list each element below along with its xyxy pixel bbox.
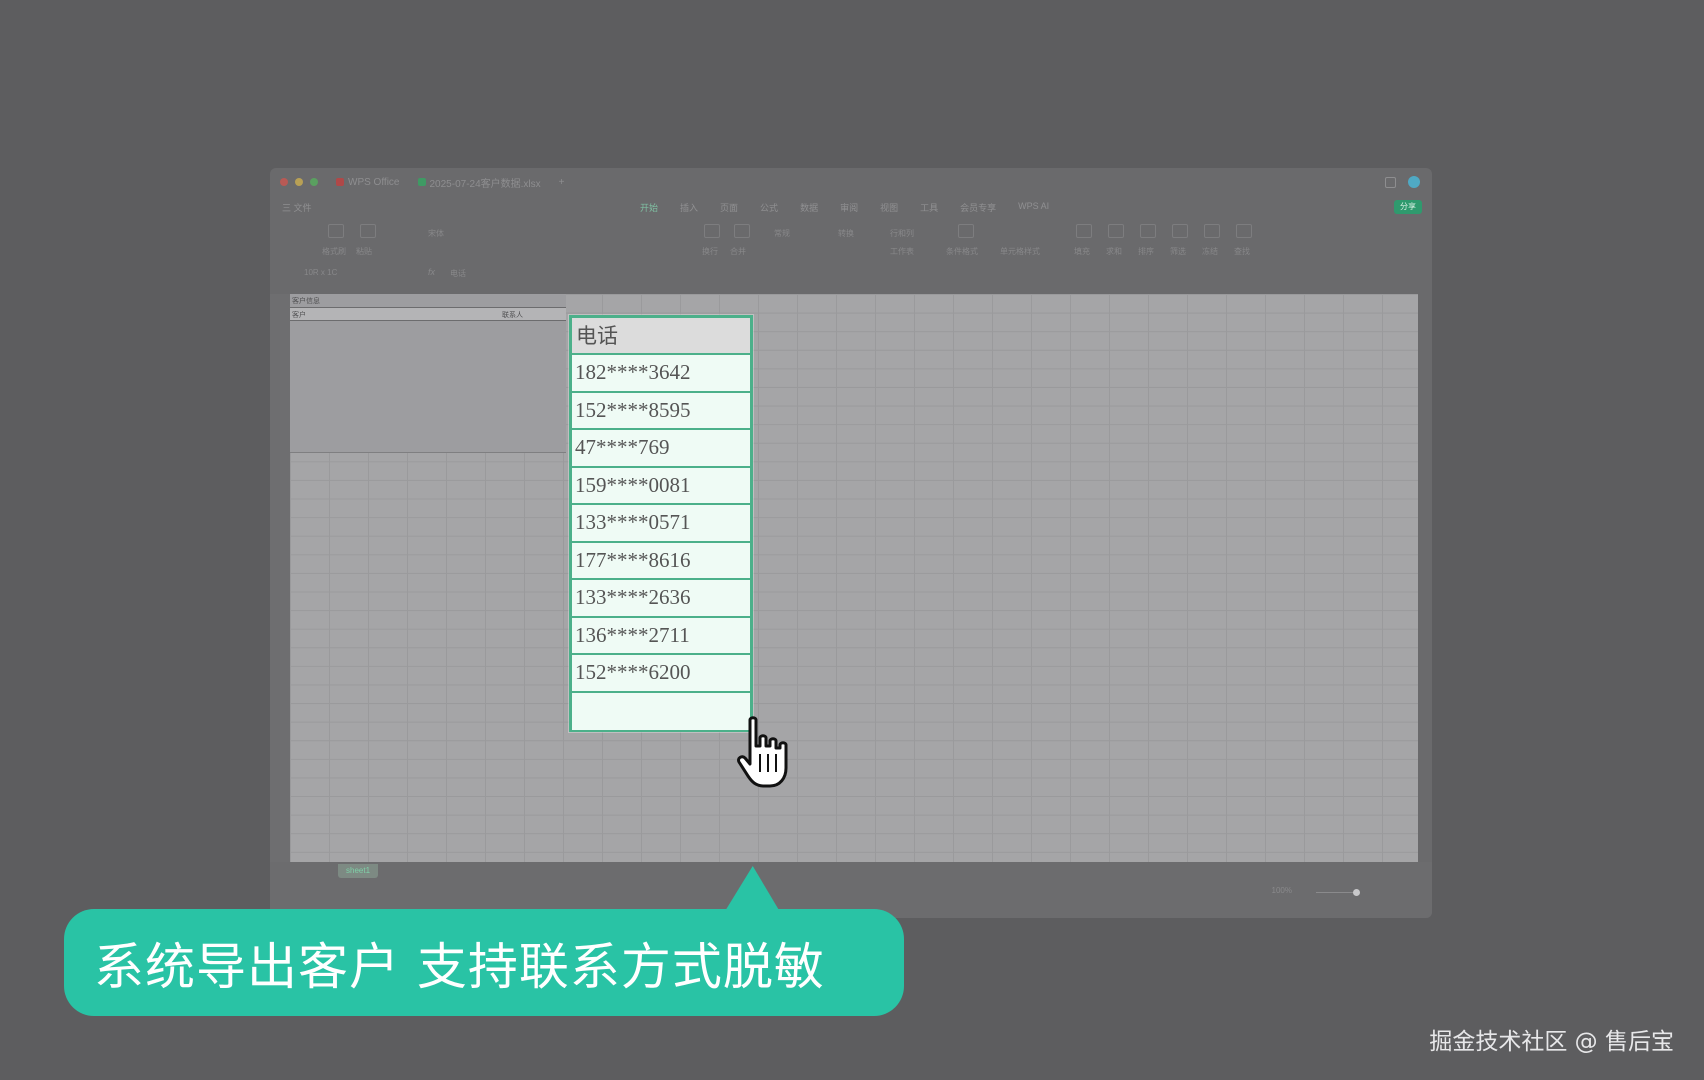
tab-view[interactable]: 视图 — [880, 201, 898, 214]
ribbon-label: 条件格式 — [946, 247, 978, 256]
tab-page[interactable]: 页面 — [720, 201, 738, 214]
ribbon-label[interactable]: 转换 — [838, 228, 854, 239]
hand-cursor-icon — [737, 716, 788, 788]
phone-column[interactable]: 电话 182****3642 152****8595 47****769 159… — [569, 315, 753, 732]
zoom-slider-thumb[interactable] — [1353, 889, 1360, 896]
ribbon-label[interactable]: 单元格样式 — [1000, 246, 1040, 257]
zoom-slider[interactable] — [1316, 892, 1356, 893]
avatar[interactable] — [1408, 176, 1420, 188]
paste-icon[interactable] — [360, 224, 376, 238]
menu-bar: 三 文件 开始 插入 页面 公式 数据 审阅 视图 工具 会员专享 WPS AI… — [270, 196, 1432, 218]
restore-icon[interactable] — [1385, 177, 1396, 188]
ribbon-tabs: 开始 插入 页面 公式 数据 审阅 视图 工具 会员专享 WPS AI — [640, 201, 1049, 214]
window-controls — [280, 178, 318, 186]
name-box[interactable]: 10R x 1C — [304, 268, 337, 277]
wrap-icon[interactable] — [704, 224, 720, 238]
ribbon-label: 粘贴 — [356, 247, 372, 256]
tab-member[interactable]: 会员专享 — [960, 201, 996, 214]
watermark: 掘金技术社区 @ 售后宝 — [1429, 1029, 1674, 1055]
format-painter-icon[interactable] — [328, 224, 344, 238]
sheet-tab[interactable]: sheet1 — [338, 864, 379, 878]
phone-cell[interactable]: 152****6200 — [572, 655, 750, 693]
tab-app[interactable]: WPS Office — [336, 177, 400, 188]
ribbon-label: 格式刷 — [322, 247, 346, 256]
ribbon-toolbar: 格式刷 粘贴 宋体 换行 合并 常规 转换 行和列 工作表 条件格式 单元格样式… — [270, 218, 1432, 262]
phone-cell[interactable]: 159****0081 — [572, 467, 750, 505]
row-header — [270, 294, 291, 862]
new-tab-icon[interactable]: + — [559, 177, 565, 188]
tab-formula[interactable]: 公式 — [760, 201, 778, 214]
tab-file-label: 2025-07-24客户数据.xlsx — [429, 178, 541, 190]
table-header-row: 客户 联系人 — [290, 307, 566, 321]
minimize-button[interactable] — [295, 178, 303, 186]
spreadsheet-file-icon — [417, 178, 426, 186]
freeze-icon[interactable] — [1204, 224, 1220, 238]
share-button[interactable]: 分享 — [1394, 200, 1422, 214]
phone-cell-empty[interactable] — [572, 692, 750, 730]
tab-insert[interactable]: 插入 — [680, 201, 698, 214]
spreadsheet-window: WPS Office 2025-07-24客户数据.xlsx + 三 文件 开始… — [270, 168, 1432, 918]
sum-icon[interactable] — [1108, 224, 1124, 238]
filter-icon[interactable] — [1172, 224, 1188, 238]
ribbon-label: 换行 — [702, 247, 718, 256]
formula-input[interactable]: 电话 — [450, 268, 466, 279]
tab-file[interactable]: 2025-07-24客户数据.xlsx + — [417, 175, 565, 190]
tab-app-label: WPS Office — [348, 176, 400, 188]
phone-cell[interactable]: 177****8616 — [572, 542, 750, 580]
maximize-button[interactable] — [310, 178, 318, 186]
wps-logo-icon — [336, 178, 344, 186]
phone-column-header[interactable]: 电话 — [572, 318, 750, 355]
merge-icon[interactable] — [734, 224, 750, 238]
caption-bubble: 系统导出客户 支持联系方式脱敏 — [64, 909, 904, 1016]
ribbon-label: 冻结 — [1202, 247, 1218, 256]
phone-cell[interactable]: 136****2711 — [572, 617, 750, 655]
menu-file[interactable]: 三 文件 — [282, 201, 312, 214]
tab-home[interactable]: 开始 — [640, 201, 658, 214]
header-contact[interactable]: 联系人 — [502, 310, 523, 320]
search-icon[interactable] — [1236, 224, 1252, 238]
fx-icon[interactable]: fx — [428, 267, 435, 277]
formula-bar: 10R x 1C fx 电话 — [270, 262, 1432, 284]
font-name-select[interactable]: 宋体 — [428, 228, 444, 239]
phone-cell[interactable]: 133****2636 — [572, 580, 750, 618]
ribbon-label: 填充 — [1074, 247, 1090, 256]
ribbon-label: 求和 — [1106, 247, 1122, 256]
ribbon-label: 合并 — [730, 247, 746, 256]
ribbon-label: 查找 — [1234, 247, 1250, 256]
conditional-format-icon[interactable] — [958, 224, 974, 238]
phone-cell[interactable]: 152****8595 — [572, 392, 750, 430]
number-format-select[interactable]: 常规 — [774, 228, 790, 239]
phone-cell[interactable]: 133****0571 — [572, 505, 750, 543]
ribbon-label: 排序 — [1138, 247, 1154, 256]
title-bar: WPS Office 2025-07-24客户数据.xlsx + — [270, 168, 1432, 196]
phone-cell[interactable]: 47****769 — [572, 430, 750, 468]
header-customer[interactable]: 客户 — [292, 310, 306, 320]
caption-text: 系统导出客户 支持联系方式脱敏 — [94, 937, 825, 996]
ribbon-label[interactable]: 行和列 — [890, 228, 914, 239]
ribbon-label: 筛选 — [1170, 247, 1186, 256]
close-button[interactable] — [280, 178, 288, 186]
table-title: 客户信息 — [292, 298, 320, 305]
tab-review[interactable]: 审阅 — [840, 201, 858, 214]
customer-table: 客户信息 客户 联系人 — [290, 294, 566, 453]
tab-tools[interactable]: 工具 — [920, 201, 938, 214]
zoom-level: 100% — [1271, 886, 1292, 895]
tab-wps-ai[interactable]: WPS AI — [1018, 201, 1049, 214]
tab-data[interactable]: 数据 — [800, 201, 818, 214]
sort-icon[interactable] — [1140, 224, 1156, 238]
fill-icon[interactable] — [1076, 224, 1092, 238]
phone-cell[interactable]: 182****3642 — [572, 355, 750, 393]
ribbon-label[interactable]: 工作表 — [890, 246, 914, 257]
